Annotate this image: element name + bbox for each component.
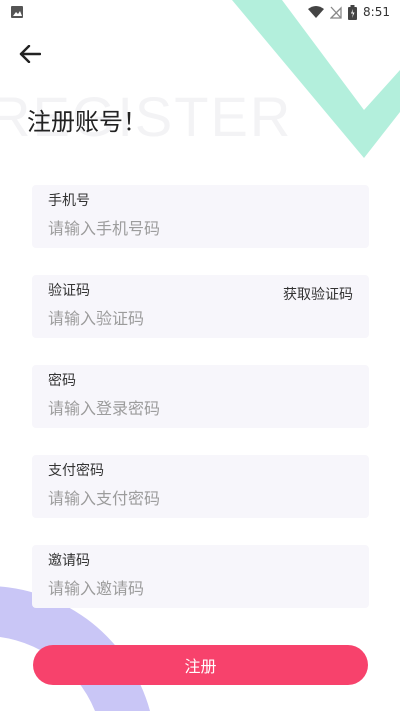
phone-label: 手机号: [48, 193, 90, 209]
battery-icon: [348, 4, 358, 20]
pay-password-label: 支付密码: [48, 463, 104, 479]
arrow-left-icon: [19, 45, 41, 63]
image-notification-icon: [11, 6, 23, 18]
password-label: 密码: [48, 373, 76, 389]
pay-password-field: 支付密码: [32, 455, 369, 518]
code-input[interactable]: [48, 309, 353, 329]
status-bar: 8:51: [0, 0, 400, 24]
register-button[interactable]: 注册: [33, 645, 368, 685]
no-signal-icon: [330, 6, 342, 19]
status-time: 8:51: [363, 5, 390, 19]
invite-input[interactable]: [48, 579, 353, 599]
invite-label: 邀请码: [48, 553, 90, 569]
password-input[interactable]: [48, 399, 353, 419]
get-code-button[interactable]: 获取验证码: [283, 284, 353, 304]
pay-password-input[interactable]: [48, 489, 353, 509]
page-title: 注册账号！: [27, 108, 147, 136]
code-field: 验证码 获取验证码: [32, 275, 369, 338]
wifi-icon: [308, 6, 325, 18]
password-field: 密码: [32, 365, 369, 428]
phone-input[interactable]: [48, 219, 353, 239]
back-button[interactable]: [16, 40, 44, 68]
invite-field: 邀请码: [32, 545, 369, 608]
phone-field: 手机号: [32, 185, 369, 248]
